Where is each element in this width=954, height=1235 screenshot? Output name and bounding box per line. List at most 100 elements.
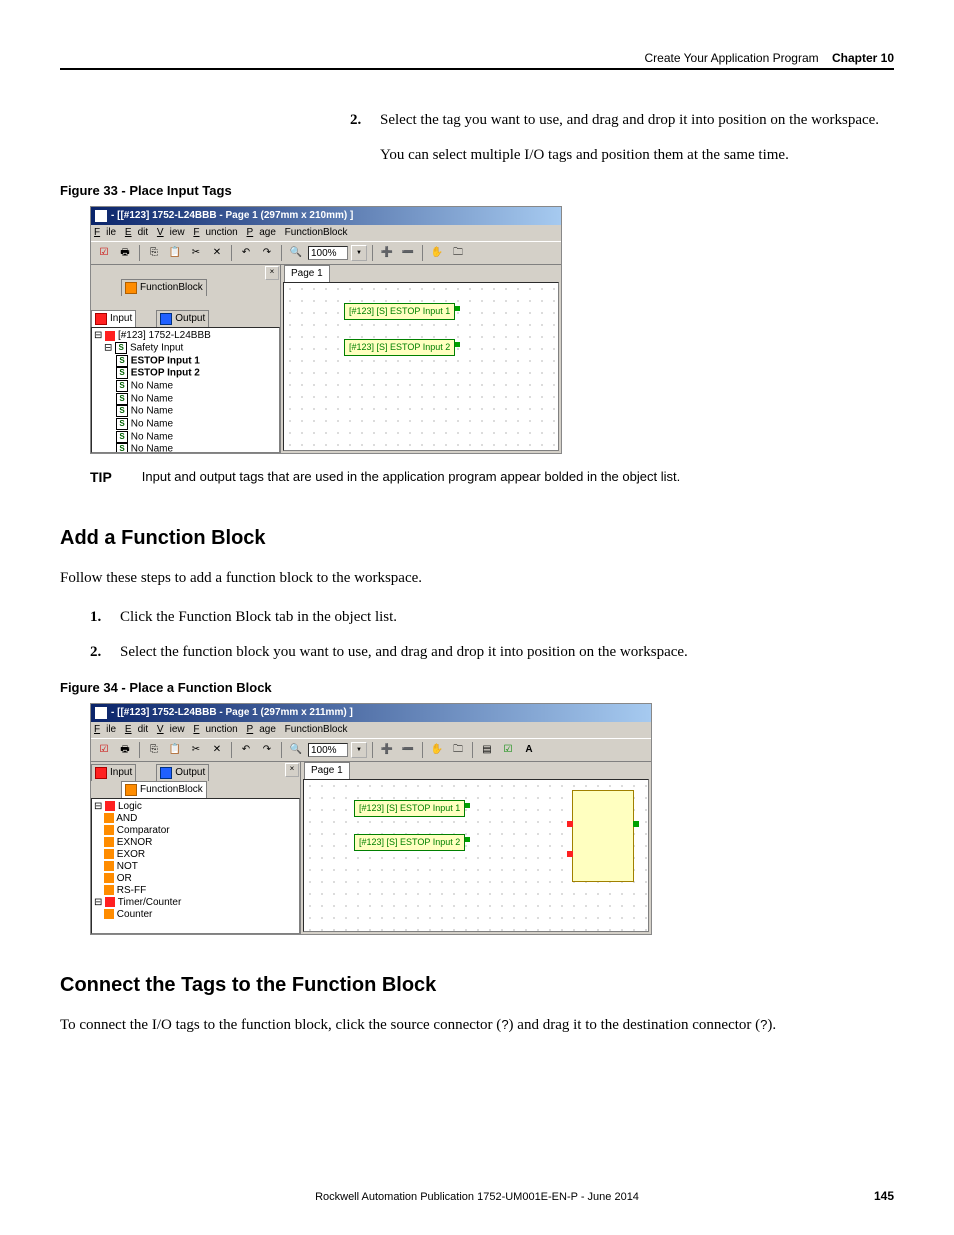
node-fb-icon [104, 825, 114, 835]
toolbar-print-icon[interactable]: 🖶 [116, 244, 134, 262]
node-root-icon [105, 331, 115, 341]
toolbar-check-icon[interactable]: ☑ [499, 741, 517, 759]
fig33-tree[interactable]: ⊟ [#123] 1752-L24BBB ⊟ S Safety Input S … [91, 327, 280, 453]
tab-input[interactable]: Input [91, 310, 136, 327]
toolbar-undo-icon[interactable]: ↶ [237, 244, 255, 262]
menu-file[interactable]: File [94, 724, 116, 735]
toolbar-doc1-icon[interactable]: ▤ [478, 741, 496, 759]
functionblock-icon [125, 784, 137, 796]
toolbar-zoom-in-icon[interactable]: ➕ [378, 741, 396, 759]
sectionA-step2: Select the function block you want to us… [90, 642, 894, 663]
toolbar-zoom-out-icon[interactable]: ➖ [399, 244, 417, 262]
toolbar-find-icon[interactable]: 🔍 [287, 741, 305, 759]
tab-output[interactable]: Output [156, 764, 209, 781]
fig33-screenshot: - [[#123] 1752-L24BBB - Page 1 (297mm x … [90, 206, 562, 454]
input-icon [95, 313, 107, 325]
app-icon [95, 210, 107, 222]
tag-estop1[interactable]: [#123] [S] ESTOP Input 1 [344, 303, 455, 320]
toolbar-redo-icon[interactable]: ↷ [258, 741, 276, 759]
menu-view[interactable]: View [157, 724, 185, 735]
toolbar-validate-icon[interactable]: ☑ [95, 741, 113, 759]
sectionA-step1: Click the Function Block tab in the obje… [90, 607, 894, 628]
fig33-title: - [[#123] 1752-L24BBB - Page 1 (297mm x … [111, 209, 353, 223]
node-s-icon: S [115, 342, 127, 354]
toolbar-undo-icon[interactable]: ↶ [237, 741, 255, 759]
toolbar-bookmark-icon[interactable]: 🗀 [449, 741, 467, 759]
toolbar-validate-icon[interactable]: ☑ [95, 244, 113, 262]
zoom-field[interactable]: 100% [308, 246, 348, 260]
toolbar-print-icon[interactable]: 🖶 [116, 741, 134, 759]
page-tab-1[interactable]: Page 1 [304, 762, 350, 779]
fb-input-pin[interactable] [567, 821, 573, 827]
sectionB-text: To connect the I/O tags to the function … [60, 1015, 894, 1036]
fig34-tree[interactable]: ⊟ Logic AND Comparator EXNOR EXOR NOT OR… [91, 798, 300, 934]
toolbar-cut-icon[interactable]: ✂ [187, 244, 205, 262]
tab-input[interactable]: Input [91, 764, 136, 781]
fig34-toolbar: ☑ 🖶 ⎘ 📋 ✂ ✕ ↶ ↷ 🔍 100% ▼ ➕ ➖ ✋ 🗀 [91, 738, 651, 762]
menu-edit[interactable]: Edit [125, 227, 148, 238]
menu-edit[interactable]: Edit [125, 724, 148, 735]
tab-functionblock[interactable]: FunctionBlock [121, 279, 207, 296]
tag-estop2[interactable]: [#123] [S] ESTOP Input 2 [354, 834, 465, 851]
menu-page[interactable]: Page [247, 227, 276, 238]
sectionA-intro: Follow these steps to add a function blo… [60, 568, 894, 589]
tab-functionblock[interactable]: FunctionBlock [121, 781, 207, 798]
intro-step-2: Select the tag you want to use, and drag… [350, 110, 894, 131]
function-block[interactable] [572, 790, 634, 882]
node-root-icon [105, 801, 115, 811]
tab-output[interactable]: Output [156, 310, 209, 327]
tag-estop2[interactable]: [#123] [S] ESTOP Input 2 [344, 339, 455, 356]
toolbar-delete-icon[interactable]: ✕ [208, 741, 226, 759]
toolbar-sep [231, 742, 232, 758]
menu-file[interactable]: File [94, 227, 116, 238]
menu-view[interactable]: View [157, 227, 185, 238]
toolbar-bookmark-icon[interactable]: 🗀 [449, 244, 467, 262]
fig34-screenshot: - [[#123] 1752-L24BBB - Page 1 (297mm x … [90, 703, 652, 935]
fig33-canvas[interactable]: [#123] [S] ESTOP Input 1 [#123] [S] ESTO… [283, 282, 559, 451]
toolbar-find-icon[interactable]: 🔍 [287, 244, 305, 262]
node-fb-icon [104, 837, 114, 847]
toolbar-paste-icon[interactable]: 📋 [166, 741, 184, 759]
toolbar-hand-icon[interactable]: ✋ [428, 244, 446, 262]
pane-close-icon[interactable]: × [265, 266, 279, 280]
header-rule [60, 68, 894, 70]
toolbar-sep [372, 742, 373, 758]
zoom-field[interactable]: 100% [308, 743, 348, 757]
fb-output-pin[interactable] [633, 821, 639, 827]
heading-add-fb: Add a Function Block [60, 524, 894, 552]
menu-function[interactable]: Function [193, 724, 237, 735]
menu-functionblock[interactable]: FunctionBlock [285, 227, 348, 238]
toolbar-zoom-out-icon[interactable]: ➖ [399, 741, 417, 759]
node-s-icon: S [116, 418, 128, 430]
toolbar-sep [422, 742, 423, 758]
input-icon [95, 767, 107, 779]
menu-function[interactable]: Function [193, 227, 237, 238]
output-icon [160, 313, 172, 325]
menu-page[interactable]: Page [247, 724, 276, 735]
fig34-canvas[interactable]: [#123] [S] ESTOP Input 1 [#123] [S] ESTO… [303, 779, 649, 932]
tag-estop1[interactable]: [#123] [S] ESTOP Input 1 [354, 800, 465, 817]
source-connector-icon: ? [501, 1017, 508, 1032]
toolbar-cut-icon[interactable]: ✂ [187, 741, 205, 759]
toolbar-copy-icon[interactable]: ⎘ [145, 741, 163, 759]
node-s-icon: S [116, 393, 128, 405]
toolbar-redo-icon[interactable]: ↷ [258, 244, 276, 262]
toolbar-copy-icon[interactable]: ⎘ [145, 244, 163, 262]
toolbar-a-icon[interactable]: A [520, 741, 538, 759]
functionblock-icon [125, 282, 137, 294]
toolbar-delete-icon[interactable]: ✕ [208, 244, 226, 262]
node-fb-icon [104, 909, 114, 919]
zoom-dropdown-icon[interactable]: ▼ [351, 245, 367, 261]
header-breadcrumb: Create Your Application Program [645, 51, 819, 65]
pane-close-icon[interactable]: × [285, 763, 299, 777]
intro-note: You can select multiple I/O tags and pos… [380, 145, 894, 166]
fb-input-pin[interactable] [567, 851, 573, 857]
zoom-dropdown-icon[interactable]: ▼ [351, 742, 367, 758]
menu-functionblock[interactable]: FunctionBlock [285, 724, 348, 735]
toolbar-paste-icon[interactable]: 📋 [166, 244, 184, 262]
toolbar-zoom-in-icon[interactable]: ➕ [378, 244, 396, 262]
page-tab-1[interactable]: Page 1 [284, 265, 330, 282]
toolbar-sep [422, 245, 423, 261]
toolbar-sep [281, 245, 282, 261]
toolbar-hand-icon[interactable]: ✋ [428, 741, 446, 759]
